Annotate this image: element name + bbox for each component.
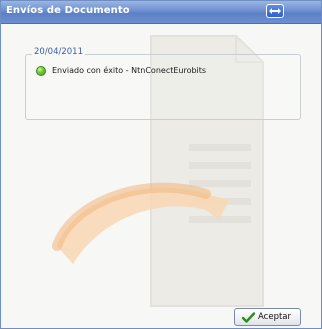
title-bar[interactable]: Envíos de Documento bbox=[1, 1, 321, 24]
send-result-text: Enviado con éxito - NtnConectEurobits bbox=[52, 66, 207, 75]
group-date-label: 20/04/2011 bbox=[32, 47, 85, 57]
title-bar-button[interactable] bbox=[266, 4, 284, 18]
accept-button[interactable]: Aceptar bbox=[234, 308, 301, 326]
dialog-window: Envíos de Documento 20/04/2011 Enviado c… bbox=[0, 0, 322, 329]
window-title: Envíos de Documento bbox=[6, 5, 130, 16]
date-group-box bbox=[25, 54, 301, 120]
green-dot-icon bbox=[36, 66, 46, 76]
checkmark-icon bbox=[242, 312, 255, 323]
accept-button-label: Aceptar bbox=[258, 312, 291, 322]
double-arrow-icon bbox=[269, 8, 281, 14]
